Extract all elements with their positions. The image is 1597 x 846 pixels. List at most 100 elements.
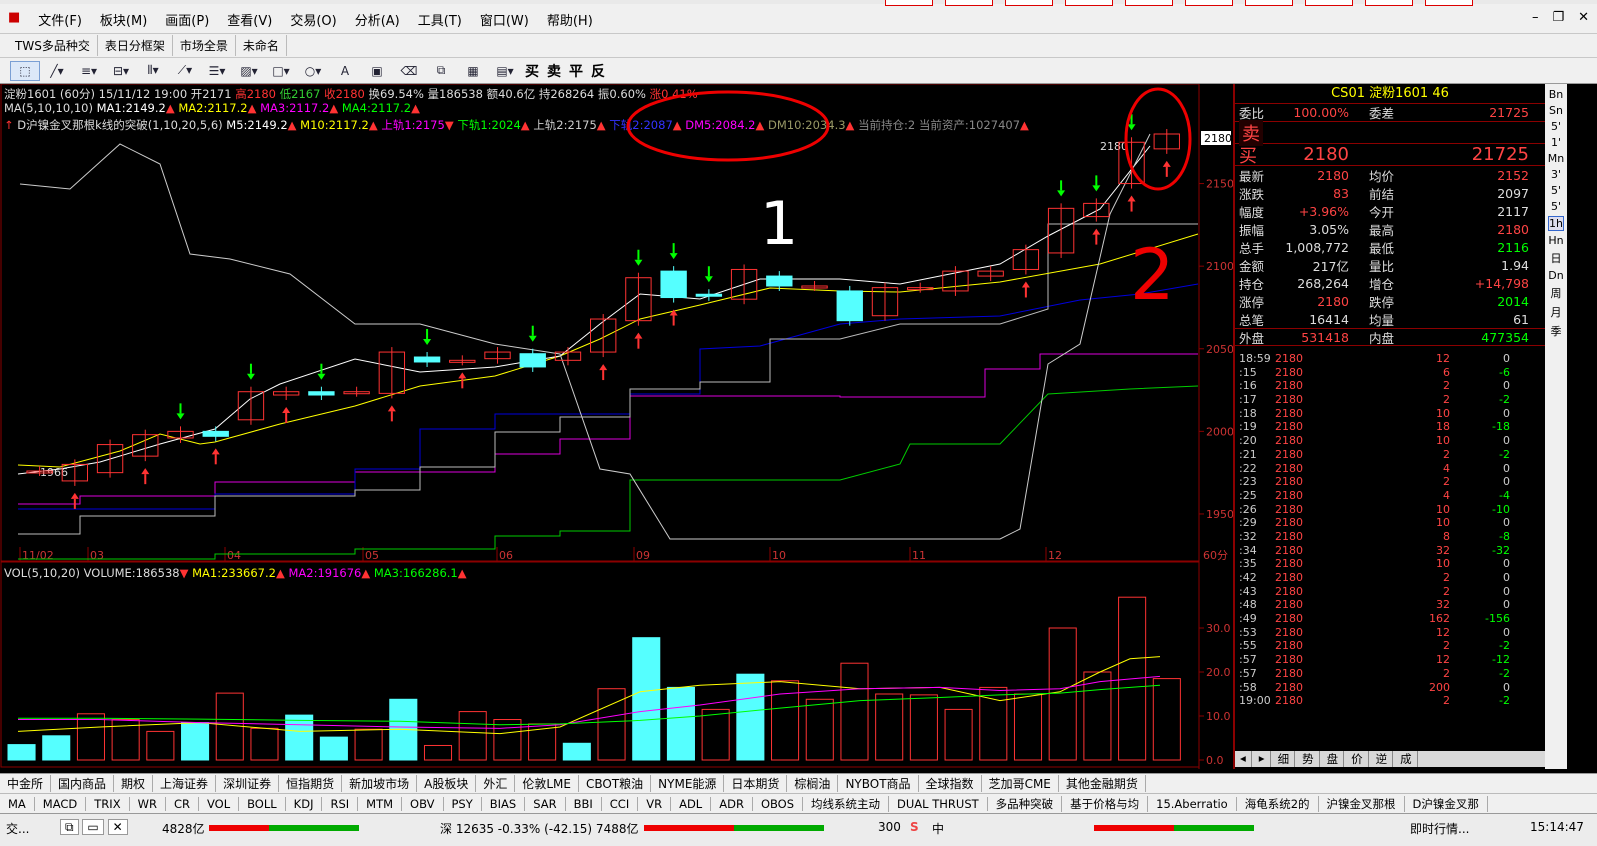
period-4[interactable]: Mn [1548, 152, 1564, 165]
market-tab[interactable]: A股板块 [417, 775, 477, 792]
menu-file[interactable]: 文件(F) [29, 10, 91, 29]
indicator-tab[interactable]: MA [0, 796, 35, 811]
reverse-button[interactable]: 反 [588, 61, 608, 81]
indicator-tab[interactable]: ADL [671, 796, 712, 811]
menu-view-page[interactable]: 画面(P) [156, 10, 218, 29]
tab-next[interactable]: ▸ [1254, 751, 1271, 767]
indicator-tab[interactable]: WR [130, 796, 166, 811]
line-tool-icon[interactable]: ╱▾ [42, 61, 72, 81]
menu-tools[interactable]: 工具(T) [409, 10, 471, 29]
pattern-tool-icon[interactable]: ▨▾ [234, 61, 264, 81]
restore-panel-icon[interactable]: ⧉ [60, 819, 79, 835]
close-position-button[interactable]: 平 [566, 61, 586, 81]
indicator-tab[interactable]: 15.Aberratio [1148, 796, 1237, 811]
market-tab[interactable]: CBOT粮油 [579, 775, 652, 792]
indicator-tab[interactable]: VR [638, 796, 672, 811]
indicator-tab[interactable]: MACD [35, 796, 87, 811]
market-tab[interactable]: 上海证券 [153, 775, 217, 792]
tab-trades[interactable]: 成 [1395, 751, 1418, 767]
indicator-tab[interactable]: MTM [358, 796, 403, 811]
tab-tws[interactable]: TWS多品种交 [8, 35, 98, 56]
indicator-tab[interactable]: 沪镍金叉那根 [1319, 795, 1405, 812]
tab-book[interactable]: 盘 [1322, 751, 1345, 767]
fan-tool-icon[interactable]: ⟋▾ [170, 61, 200, 81]
bid-row[interactable]: 买 2180 21725 [1235, 144, 1545, 167]
tab-unnamed[interactable]: 未命名 [236, 35, 287, 56]
market-tab[interactable]: 芝加哥CME [982, 775, 1059, 792]
indicator-tab[interactable]: BBI [566, 796, 602, 811]
period-14[interactable]: 季 [1551, 323, 1562, 339]
period-5[interactable]: 3' [1551, 168, 1561, 181]
market-tab[interactable]: 全球指数 [919, 775, 982, 792]
realtime-quote-button[interactable]: 即时行情... [1410, 820, 1469, 837]
top-quick-button[interactable] [1305, 0, 1353, 6]
indicator-tab[interactable]: SAR [525, 796, 566, 811]
top-quick-button[interactable] [1125, 0, 1173, 6]
top-quick-button[interactable] [885, 0, 933, 6]
indicator-tab[interactable]: 多品种突破 [988, 795, 1063, 812]
market-tab[interactable]: NYME能源 [651, 775, 725, 792]
kline-chart[interactable]: 淀粉1601 (60分) 15/11/12 19:00 开2171 高2180 … [0, 84, 1233, 769]
market-tab[interactable]: 伦敦LME [515, 775, 579, 792]
indicator-tab[interactable]: CR [166, 796, 199, 811]
indicator-tab[interactable]: RSI [322, 796, 359, 811]
period-7[interactable]: 5' [1551, 200, 1561, 213]
period-0[interactable]: Bn [1549, 88, 1564, 101]
grid-icon[interactable]: ▦ [458, 61, 488, 81]
indicator-tab[interactable]: BOLL [239, 796, 286, 811]
close-icon[interactable]: ✕ [1578, 10, 1589, 25]
tab-market-overview[interactable]: 市场全景 [173, 35, 236, 56]
tab-detail[interactable]: 细 [1273, 751, 1296, 767]
market-tab[interactable]: 期权 [114, 775, 154, 792]
indicator-tab[interactable]: TRIX [86, 796, 130, 811]
market-tab[interactable]: 棕榈油 [787, 775, 839, 792]
market-tab[interactable]: 恒指期货 [279, 775, 343, 792]
image-tool-icon[interactable]: ▣ [362, 61, 392, 81]
status-left[interactable]: 交... [6, 820, 29, 837]
menu-analysis[interactable]: 分析(A) [346, 10, 409, 29]
period-12[interactable]: 周 [1551, 285, 1562, 301]
indicator-tab[interactable]: ADR [711, 796, 753, 811]
rect-tool-icon[interactable]: □▾ [266, 61, 296, 81]
indicator-tab[interactable]: KDJ [286, 796, 323, 811]
top-quick-button[interactable] [1185, 0, 1233, 6]
tab-prev[interactable]: ◂ [1235, 751, 1252, 767]
period-6[interactable]: 5' [1551, 184, 1561, 197]
panel-close-icon[interactable]: ✕ [107, 819, 128, 835]
period-1[interactable]: Sn [1549, 104, 1563, 117]
top-quick-button[interactable] [1245, 0, 1293, 6]
market-tab[interactable]: 国内商品 [51, 775, 115, 792]
panel-icon[interactable]: ▭ [82, 819, 104, 835]
top-quick-button[interactable] [1365, 0, 1413, 6]
tab-table-frame[interactable]: 表日分框架 [98, 35, 173, 56]
period-9[interactable]: Hn [1548, 234, 1563, 247]
indicator-tab[interactable]: VOL [199, 796, 240, 811]
channel-tool-icon[interactable]: ⊟▾ [106, 61, 136, 81]
menu-window[interactable]: 窗口(W) [471, 10, 538, 29]
indicator-tab[interactable]: BIAS [482, 796, 526, 811]
restore-icon[interactable]: ❐ [1552, 10, 1564, 25]
indicator-tab[interactable]: 海龟系统2的 [1237, 795, 1319, 812]
ime-mode[interactable]: 中 [932, 820, 944, 837]
tick-list[interactable]: 18:59 2180 12 0:15 2180 6 -6:16 2180 2 0:17 2180 2-… [1235, 352, 1547, 708]
save-icon[interactable]: ▤▾ [490, 61, 520, 81]
indicator-tab[interactable]: D沪镍金叉那 [1405, 795, 1488, 812]
menu-trade[interactable]: 交易(O) [281, 10, 345, 29]
period-2[interactable]: 5' [1551, 120, 1561, 133]
market-tab[interactable]: 其他金融期货 [1059, 775, 1146, 792]
indicator-tab[interactable]: OBOS [753, 796, 804, 811]
eraser-icon[interactable]: ⌫ [394, 61, 424, 81]
period-8[interactable]: 1h [1548, 216, 1564, 231]
top-quick-button[interactable] [945, 0, 993, 6]
ime-icon[interactable]: S [910, 820, 919, 834]
cursor-icon[interactable]: ⬚ [10, 60, 40, 81]
indicator-tab[interactable]: CCI [602, 796, 639, 811]
hline-tool-icon[interactable]: ≡▾ [74, 61, 104, 81]
period-10[interactable]: 日 [1551, 250, 1562, 266]
period-11[interactable]: Dn [1548, 269, 1563, 282]
tab-reverse[interactable]: 逆 [1371, 751, 1394, 767]
top-quick-button[interactable] [1005, 0, 1053, 6]
sell-button[interactable]: 卖 [544, 61, 564, 81]
indicator-tab[interactable]: PSY [444, 796, 482, 811]
indicator-tab[interactable]: 基于价格与均 [1062, 795, 1149, 812]
